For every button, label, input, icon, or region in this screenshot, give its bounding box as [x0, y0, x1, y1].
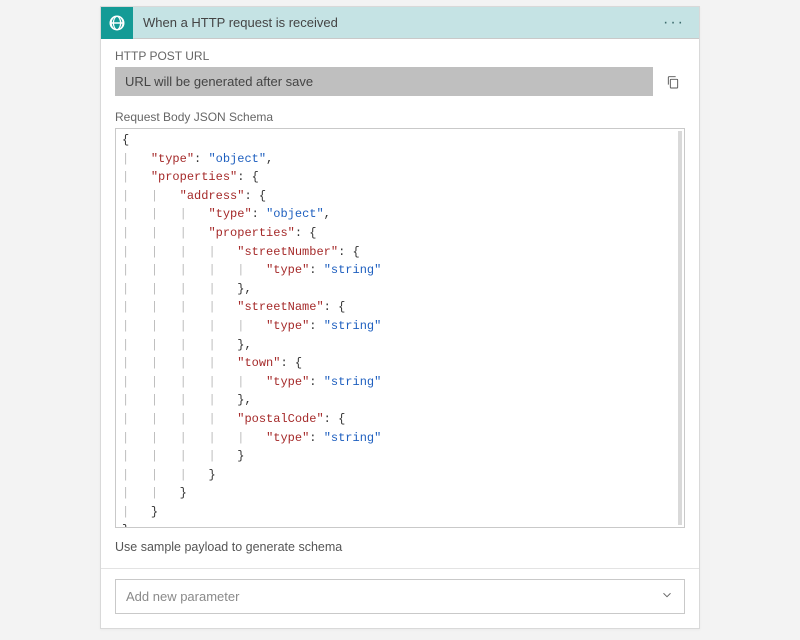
copy-url-button[interactable]	[661, 67, 685, 96]
url-label: HTTP POST URL	[115, 49, 685, 63]
use-sample-payload-link[interactable]: Use sample payload to generate schema	[115, 540, 342, 554]
globe-icon	[101, 7, 133, 39]
schema-editor[interactable]: { | "type": "object", | "properties": { …	[115, 128, 685, 528]
copy-icon	[665, 74, 681, 90]
more-menu-button[interactable]: ···	[659, 14, 689, 32]
chevron-down-icon	[660, 588, 674, 605]
add-parameter-placeholder: Add new parameter	[126, 589, 239, 604]
schema-label: Request Body JSON Schema	[115, 110, 685, 124]
card-title: When a HTTP request is received	[133, 15, 659, 30]
card-body: HTTP POST URL URL will be generated afte…	[101, 39, 699, 628]
divider	[101, 568, 699, 569]
url-row: URL will be generated after save	[115, 67, 685, 96]
url-readonly-field: URL will be generated after save	[115, 67, 653, 96]
card-header: When a HTTP request is received ···	[101, 7, 699, 39]
add-parameter-dropdown[interactable]: Add new parameter	[115, 579, 685, 614]
trigger-card: When a HTTP request is received ··· HTTP…	[100, 6, 700, 629]
